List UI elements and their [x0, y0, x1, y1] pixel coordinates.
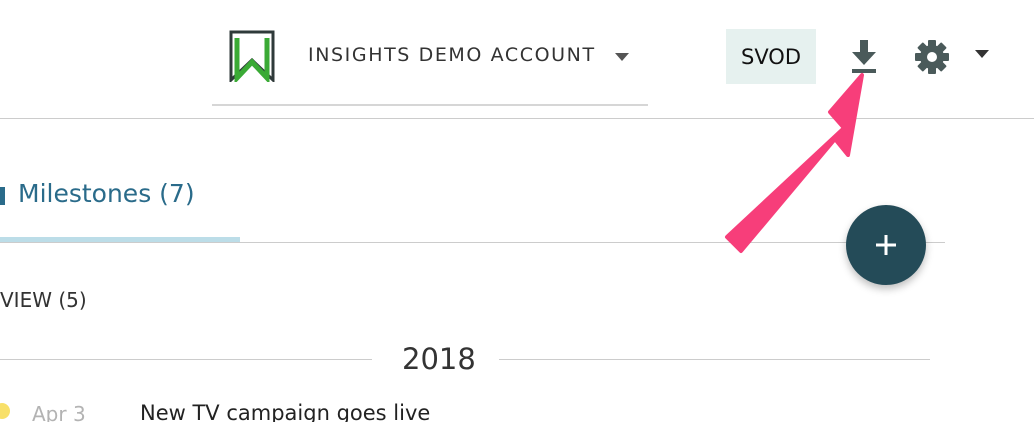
year-heading: 2018: [402, 342, 476, 376]
milestone-date: Apr 3: [32, 402, 86, 422]
milestone-title[interactable]: New TV campaign goes live: [140, 401, 430, 422]
tab-divider: [0, 242, 945, 243]
tab-marker: [0, 187, 5, 205]
account-selector-underline: [212, 104, 648, 106]
section-label: VIEW (5): [0, 288, 87, 312]
page: INSIGHTS DEMO ACCOUNT SVOD Milestones (7…: [0, 0, 1034, 422]
caret-down-icon[interactable]: [615, 53, 629, 61]
milestone-status-dot: [0, 403, 10, 419]
tab-milestones[interactable]: Milestones (7): [18, 179, 195, 208]
download-icon[interactable]: [848, 38, 880, 74]
plus-icon: [876, 235, 896, 255]
caret-down-icon[interactable]: [975, 50, 989, 58]
bookmark-logo-icon: [229, 30, 275, 82]
header-divider: [0, 118, 1034, 119]
svod-badge[interactable]: SVOD: [726, 29, 816, 84]
add-milestone-button[interactable]: [846, 205, 926, 285]
year-divider-left: [0, 359, 372, 360]
gear-icon[interactable]: [913, 38, 951, 76]
year-divider-right: [499, 359, 930, 360]
account-name[interactable]: INSIGHTS DEMO ACCOUNT: [308, 44, 596, 66]
